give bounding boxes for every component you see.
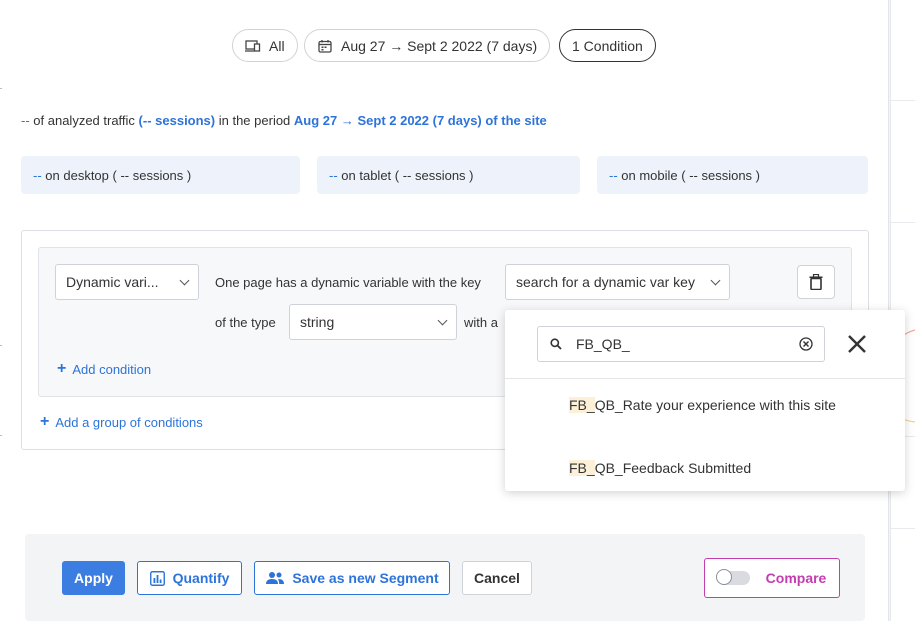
panel-tick xyxy=(0,345,2,346)
date-filter-label: Aug 27 → Sept 2 2022 (7 days) xyxy=(341,37,538,54)
condition-sentence: One page has a dynamic variable with the… xyxy=(215,275,481,290)
tablet-stat: -- on tablet ( -- sessions ) xyxy=(317,156,580,194)
value-type-select[interactable]: string xyxy=(289,304,457,340)
apply-label: Apply xyxy=(74,570,113,586)
desktop-count: -- xyxy=(33,167,42,183)
summary-period: Aug 27 → Sept 2 2022 (7 days) of the sit… xyxy=(293,113,547,128)
dropdown-option[interactable]: FB_QB_Feedback Submitted xyxy=(569,458,839,479)
dynamic-var-key-dropdown: FB_QB_ FB_QB_Rate your experience with t… xyxy=(505,310,905,491)
compare-toggle-button[interactable]: Compare xyxy=(704,558,840,598)
summary-text: of analyzed traffic xyxy=(29,113,139,128)
cancel-button[interactable]: Cancel xyxy=(462,561,532,595)
strip-divider xyxy=(891,100,915,101)
summary-count: -- xyxy=(21,113,30,128)
desktop-label: on desktop ( -- sessions ) xyxy=(41,167,192,183)
option-label: QB_Rate your experience with this site xyxy=(594,397,836,413)
add-group-link[interactable]: + Add a group of conditions xyxy=(40,414,203,430)
bar-chart-icon xyxy=(150,570,166,586)
device-filter-label: All xyxy=(269,37,285,54)
desktop-stat: -- on desktop ( -- sessions ) xyxy=(21,156,300,194)
calendar-icon xyxy=(317,38,333,54)
apply-button[interactable]: Apply xyxy=(62,561,125,595)
quantify-label: Quantify xyxy=(172,570,230,586)
summary-sessions: (-- sessions) xyxy=(138,113,216,128)
condition-filter-pill[interactable]: 1 Condition xyxy=(559,29,656,62)
traffic-summary: -- of analyzed traffic (-- sessions) in … xyxy=(21,113,547,128)
mobile-count: -- xyxy=(609,167,618,183)
option-match-highlight: FB_ xyxy=(569,397,595,413)
devices-icon xyxy=(245,38,261,54)
dynamic-var-key-select[interactable]: search for a dynamic var key xyxy=(505,264,730,300)
users-icon xyxy=(265,570,285,586)
save-segment-label: Save as new Segment xyxy=(292,570,439,586)
close-icon xyxy=(847,334,867,354)
cancel-label: Cancel xyxy=(474,570,520,586)
compare-toggle-switch[interactable] xyxy=(715,569,750,585)
dropdown-divider xyxy=(505,378,905,379)
panel-tick xyxy=(0,88,2,89)
strip-divider xyxy=(891,222,915,223)
quantify-button[interactable]: Quantify xyxy=(137,561,242,595)
condition-operator-text: with a xyxy=(464,315,498,330)
date-filter-pill[interactable]: Aug 27 → Sept 2 2022 (7 days) xyxy=(304,29,551,62)
strip-divider xyxy=(891,528,915,529)
chevron-down-icon xyxy=(437,315,448,325)
panel-tick xyxy=(0,435,2,436)
condition-type-value: Dynamic vari... xyxy=(66,274,159,290)
save-segment-button[interactable]: Save as new Segment xyxy=(254,561,450,595)
key-search-value: FB_QB_ xyxy=(576,336,630,352)
plus-icon: + xyxy=(40,413,50,430)
add-condition-link[interactable]: + Add condition xyxy=(57,361,151,377)
condition-type-select[interactable]: Dynamic vari... xyxy=(55,264,199,300)
value-type-value: string xyxy=(300,314,335,330)
option-match-highlight: FB_ xyxy=(569,460,595,476)
compare-label: Compare xyxy=(765,570,827,586)
mobile-label: on mobile ( -- sessions ) xyxy=(617,167,760,183)
search-icon xyxy=(548,336,564,352)
summary-text: in the period xyxy=(215,113,294,128)
add-group-label: Add a group of conditions xyxy=(55,414,203,430)
condition-filter-label: 1 Condition xyxy=(572,37,643,54)
option-label: QB_Feedback Submitted xyxy=(594,460,752,476)
tablet-count: -- xyxy=(329,167,338,183)
trash-icon xyxy=(808,274,824,290)
condition-type-text: of the type xyxy=(215,315,276,330)
plus-icon: + xyxy=(57,360,67,377)
chevron-down-icon xyxy=(710,275,721,285)
key-search-input[interactable]: FB_QB_ xyxy=(537,326,825,362)
add-condition-label: Add condition xyxy=(72,361,152,377)
dynamic-var-key-placeholder: search for a dynamic var key xyxy=(516,274,695,290)
close-dropdown-button[interactable] xyxy=(845,330,869,358)
device-filter-pill[interactable]: All xyxy=(232,29,298,62)
mobile-stat: -- on mobile ( -- sessions ) xyxy=(597,156,868,194)
delete-condition-button[interactable] xyxy=(797,265,835,299)
dropdown-option[interactable]: FB_QB_Rate your experience with this sit… xyxy=(569,395,839,416)
tablet-label: on tablet ( -- sessions ) xyxy=(337,167,474,183)
clear-search-icon[interactable] xyxy=(798,336,814,352)
chevron-down-icon xyxy=(179,275,190,285)
